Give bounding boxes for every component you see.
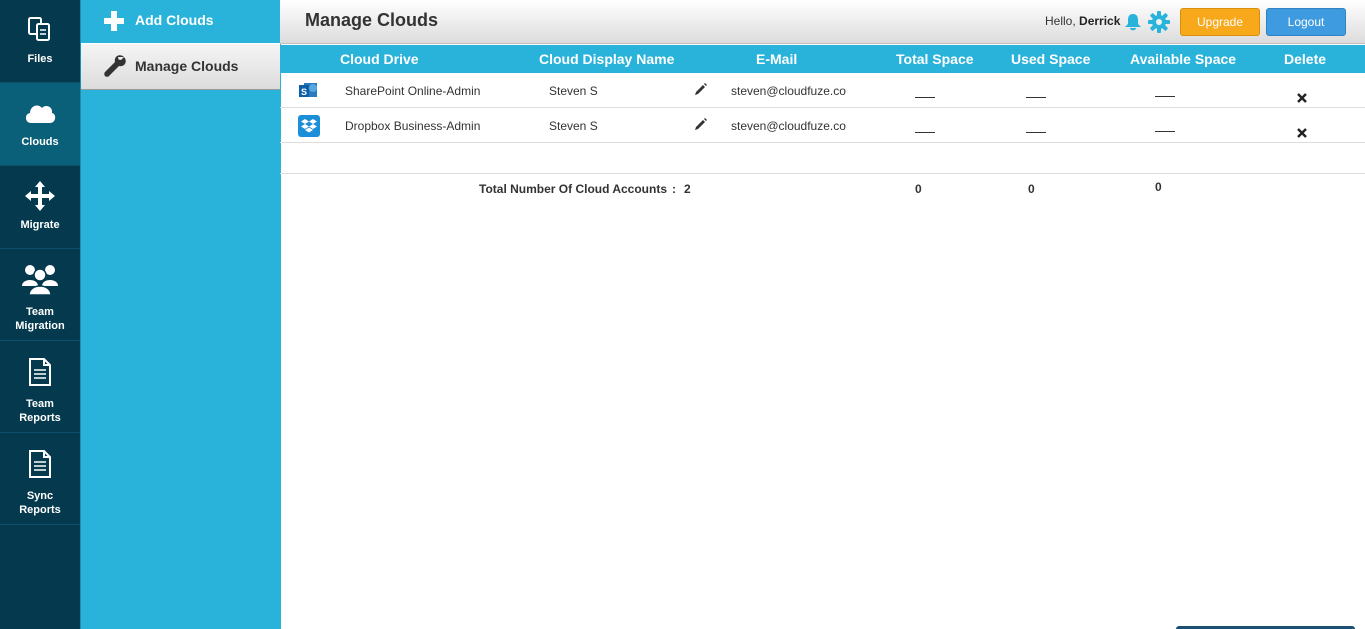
nav-item-files[interactable]: Files (0, 0, 80, 83)
nav-item-team-reports[interactable]: Team Reports (0, 341, 80, 433)
total-accounts-label: Total Number Of Cloud Accounts (479, 182, 667, 196)
document-icon (29, 358, 51, 386)
bell-icon[interactable] (1123, 12, 1143, 32)
user-name: Derrick (1079, 14, 1121, 28)
used-space-empty (1026, 132, 1046, 133)
cloud-subnav: Add Clouds Manage Clouds (80, 0, 281, 629)
col-email: E-Mail (756, 51, 798, 67)
add-clouds-button[interactable]: Add Clouds (81, 0, 280, 44)
col-display-name: Cloud Display Name (539, 51, 675, 67)
nav-label-migrate: Migrate (20, 219, 60, 231)
nav-label-files: Files (27, 53, 53, 65)
cloud-drive-name: Dropbox Business-Admin (345, 119, 481, 133)
sharepoint-icon: S (299, 83, 317, 97)
table-row: Dropbox Business-Admin Steven S steven@c… (280, 108, 1365, 143)
used-space-value: 0 (1028, 182, 1035, 196)
available-space-empty (1155, 131, 1175, 132)
cloud-icon (25, 105, 56, 123)
cloud-display-name: Steven S (549, 119, 598, 133)
delete-icon[interactable] (1297, 128, 1307, 138)
col-used-space: Used Space (1011, 51, 1091, 67)
dropbox-icon (298, 115, 320, 137)
nav-label-team-reports: Team Reports (19, 398, 61, 424)
greeting: Hello, Derrick (1045, 14, 1120, 28)
logout-button[interactable]: Logout (1266, 8, 1346, 36)
move-arrows-icon (25, 181, 55, 211)
left-nav: Files Clouds Migrate Team Migration Team… (0, 0, 80, 629)
table-row: S SharePoint Online-Admin Steven S steve… (280, 73, 1365, 108)
plus-icon (104, 11, 124, 31)
col-available-space: Available Space (1130, 51, 1237, 67)
cloud-email: steven@cloudfuze.co (731, 119, 846, 133)
files-icon (28, 17, 50, 41)
cloud-email: steven@cloudfuze.co (731, 84, 846, 98)
col-delete: Delete (1284, 51, 1327, 67)
cloud-display-name: Steven S (549, 84, 598, 98)
nav-item-migrate[interactable]: Migrate (0, 166, 80, 249)
nav-item-team-migration[interactable]: Team Migration (0, 249, 80, 341)
svg-text:S: S (301, 87, 307, 97)
top-header: Manage Clouds Hello, Derrick Upgrade Log… (280, 0, 1365, 44)
used-space-empty (1026, 97, 1046, 98)
nav-item-sync-reports[interactable]: Sync Reports (0, 433, 80, 525)
page-title: Manage Clouds (305, 10, 439, 30)
edit-pencil-icon[interactable] (694, 117, 708, 131)
nav-label-team-migration: Team Migration (15, 306, 65, 332)
col-total-space: Total Space (896, 51, 974, 67)
col-cloud-drive: Cloud Drive (340, 51, 419, 67)
nav-item-clouds[interactable]: Clouds (0, 83, 80, 166)
manage-clouds-label: Manage Clouds (135, 58, 239, 74)
totals-row: Total Number Of Cloud Accounts : 2 0 0 0 (280, 173, 1365, 204)
cloud-drive-name: SharePoint Online-Admin (345, 84, 481, 98)
total-space-empty (915, 132, 935, 133)
document-icon (29, 450, 51, 478)
add-clouds-label: Add Clouds (135, 12, 214, 28)
table-header: Cloud Drive Cloud Display Name E-Mail To… (280, 45, 1365, 73)
greeting-prefix: Hello, (1045, 14, 1076, 28)
total-space-empty (915, 97, 935, 98)
upgrade-button[interactable]: Upgrade (1180, 8, 1260, 36)
manage-clouds-item[interactable]: Manage Clouds (81, 44, 280, 90)
edit-pencil-icon[interactable] (694, 82, 708, 96)
wrench-icon (104, 55, 126, 77)
available-space-empty (1155, 96, 1175, 97)
total-accounts-count: 2 (684, 182, 691, 196)
available-space-value: 0 (1155, 180, 1162, 194)
team-icon (22, 265, 58, 296)
gear-icon[interactable] (1147, 10, 1171, 34)
delete-icon[interactable] (1297, 93, 1307, 103)
nav-label-clouds: Clouds (21, 136, 59, 148)
total-space-value: 0 (915, 182, 922, 196)
total-accounts-colon: : (672, 182, 676, 196)
nav-label-sync-reports: Sync Reports (19, 490, 61, 516)
